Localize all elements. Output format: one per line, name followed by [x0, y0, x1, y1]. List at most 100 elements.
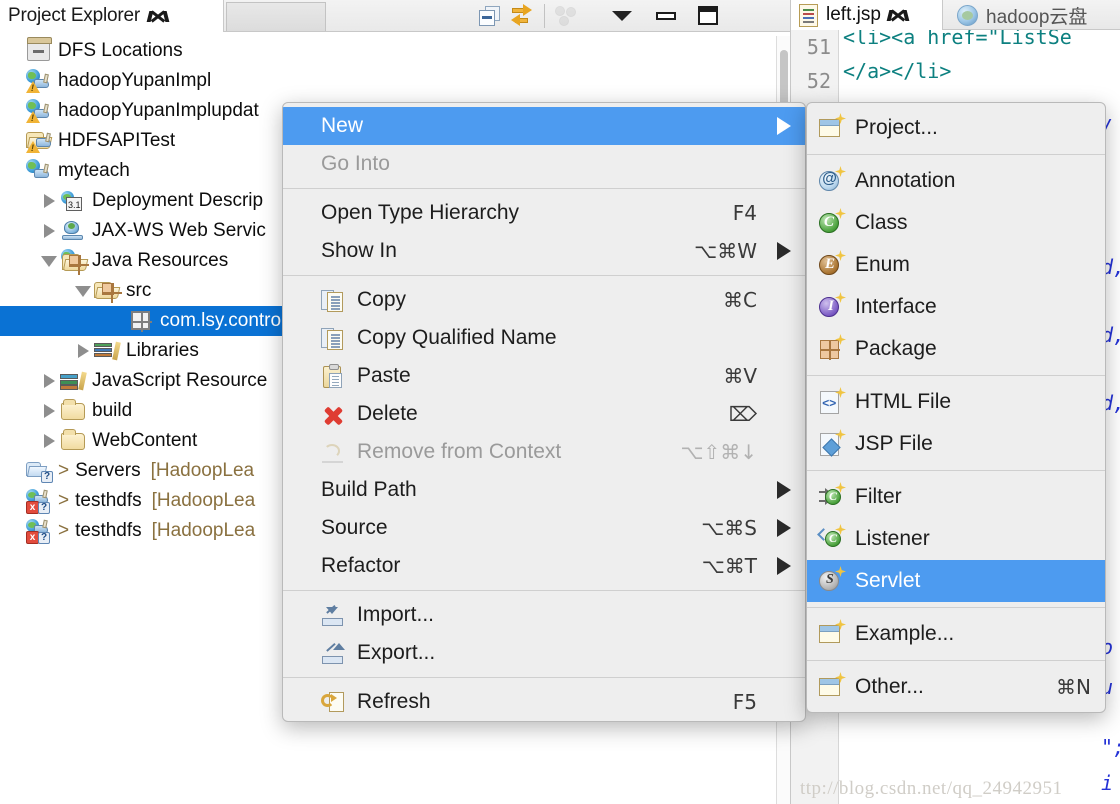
new-menu-item-project[interactable]: Project... — [807, 107, 1105, 149]
new-package-icon — [819, 334, 846, 362]
java-project-warning-icon — [26, 99, 52, 123]
menu-item-copy[interactable]: Copy ⌘C — [283, 281, 805, 319]
chevron-down-icon[interactable] — [38, 255, 60, 267]
menu-item-shortcut: ⌥⌘W — [694, 239, 757, 263]
new-menu-item-servlet[interactable]: Servlet — [807, 560, 1105, 602]
tree-item-label: testhdfs — [75, 520, 142, 541]
chevron-right-icon[interactable] — [38, 404, 60, 418]
menu-item-label: Import... — [357, 603, 435, 626]
chevron-down-icon[interactable] — [72, 285, 94, 297]
tree-item-dfs-locations[interactable]: DFS Locations — [0, 36, 790, 66]
web-service-icon — [60, 219, 86, 243]
editor-tab-left-jsp[interactable]: left.jsp — [791, 0, 943, 30]
editor-tabbar: left.jsp hadoop云盘 — [791, 0, 1120, 30]
new-interface-icon — [819, 292, 846, 320]
tree-item-label: WebContent — [92, 430, 198, 451]
new-menu-item-jsp-file[interactable]: JSP File — [807, 423, 1105, 465]
new-menu-item-html-file[interactable]: HTML File — [807, 381, 1105, 423]
view-tabbar: Project Explorer — [0, 0, 790, 32]
new-example-icon — [819, 619, 846, 647]
tree-item-label: hadoopYupanImpl — [58, 70, 212, 91]
menu-separator — [807, 607, 1105, 608]
chevron-right-icon[interactable] — [72, 344, 94, 358]
menu-item-refactor[interactable]: Refactor ⌥⌘T — [283, 547, 805, 585]
new-menu-item-example[interactable]: Example... — [807, 613, 1105, 655]
java-project-closed-icon — [26, 129, 53, 153]
chevron-right-icon[interactable] — [38, 194, 60, 208]
tree-item-suffix: [HadoopLea — [151, 520, 256, 541]
new-enum-icon — [819, 250, 846, 278]
view-toolbar — [472, 0, 725, 31]
eclipse-window: Project Explorer DFS Locations ! hadoopY… — [0, 0, 1120, 804]
new-menu-item-class[interactable]: Class — [807, 202, 1105, 244]
tree-item-label: DFS Locations — [58, 40, 183, 61]
menu-item-label: Servlet — [855, 569, 921, 592]
menu-item-new[interactable]: New — [283, 107, 805, 145]
menu-item-shortcut: ⌥⌘S — [701, 516, 757, 540]
menu-item-shortcut: ⌥⇧⌘↓ — [680, 440, 757, 464]
copy-qualified-name-icon — [321, 327, 345, 351]
menu-item-import[interactable]: Import... — [283, 596, 805, 634]
menu-item-label: Other... — [855, 675, 924, 698]
new-listener-icon — [817, 524, 846, 552]
menu-item-label: Enum — [855, 253, 910, 276]
new-submenu[interactable]: Project... Annotation Class Enum Interface Pa… — [806, 102, 1106, 713]
java-resources-icon — [60, 249, 89, 275]
tab-project-explorer[interactable]: Project Explorer — [0, 0, 224, 32]
menu-item-label: Package — [855, 337, 937, 360]
decorator-marker: > — [58, 490, 70, 511]
minimize-icon — [656, 11, 676, 20]
editor-tab-label: hadoop云盘 — [986, 6, 1088, 28]
menu-item-source[interactable]: Source ⌥⌘S — [283, 509, 805, 547]
chevron-right-icon[interactable] — [38, 434, 60, 448]
sync-arrows-icon — [511, 3, 535, 27]
new-annotation-icon — [819, 166, 846, 194]
focus-on-active-task-button[interactable] — [549, 0, 583, 31]
chevron-right-icon[interactable] — [38, 224, 60, 238]
menu-item-label: Source — [321, 516, 388, 539]
menu-item-paste[interactable]: Paste ⌘V — [283, 357, 805, 395]
minimize-button[interactable] — [649, 0, 683, 31]
menu-item-shortcut: ⌘V — [723, 364, 757, 388]
menu-item-delete[interactable]: Delete ⌦ — [283, 395, 805, 433]
context-menu[interactable]: New Go Into Open Type Hierarchy F4 Show In ⌥⌘… — [282, 102, 806, 722]
new-filter-icon — [819, 482, 846, 510]
new-menu-item-interface[interactable]: Interface — [807, 286, 1105, 328]
code-fragment: i — [1101, 771, 1114, 795]
chevron-right-icon[interactable] — [38, 374, 60, 388]
view-menu-button[interactable] — [605, 0, 639, 31]
new-other-icon — [819, 672, 846, 700]
folder-icon — [60, 429, 86, 453]
link-with-editor-button[interactable] — [506, 0, 540, 31]
line-number: 52 — [806, 69, 831, 93]
menu-item-copy-qualified-name[interactable]: Copy Qualified Name — [283, 319, 805, 357]
menu-item-label: Show In — [321, 239, 397, 262]
tree-item-hadoopyupanimpl[interactable]: hadoopYupanImpl — [0, 66, 790, 96]
new-menu-item-filter[interactable]: Filter — [807, 476, 1105, 518]
submenu-arrow-icon — [777, 557, 791, 575]
maximize-button[interactable] — [691, 0, 725, 31]
new-menu-item-listener[interactable]: Listener — [807, 518, 1105, 560]
collapse-all-button[interactable] — [472, 0, 506, 31]
tree-item-label: myteach — [58, 160, 130, 181]
new-menu-item-package[interactable]: Package — [807, 328, 1105, 370]
menu-item-build-path[interactable]: Build Path — [283, 471, 805, 509]
tab-placeholder[interactable] — [226, 2, 326, 31]
menu-item-label: Filter — [855, 485, 902, 508]
menu-item-show-in[interactable]: Show In ⌥⌘W — [283, 232, 805, 270]
editor-tab-hadoop[interactable]: hadoop云盘 — [949, 0, 1095, 30]
close-icon[interactable] — [146, 7, 170, 25]
tree-item-label: JavaScript Resource — [92, 370, 268, 391]
menu-item-label: Remove from Context — [357, 440, 562, 463]
menu-item-refresh[interactable]: Refresh F5 — [283, 683, 805, 721]
close-icon[interactable] — [886, 6, 910, 24]
new-menu-item-other[interactable]: Other... ⌘N — [807, 666, 1105, 708]
new-menu-item-annotation[interactable]: Annotation — [807, 160, 1105, 202]
new-menu-item-enum[interactable]: Enum — [807, 244, 1105, 286]
menu-item-label: Refresh — [357, 690, 431, 713]
menu-item-open-type-hierarchy[interactable]: Open Type Hierarchy F4 — [283, 194, 805, 232]
menu-item-shortcut: ⌘C — [723, 288, 757, 312]
tree-item-label: testhdfs — [75, 490, 142, 511]
menu-item-export[interactable]: Export... — [283, 634, 805, 672]
menu-item-shortcut: ⌘N — [1056, 675, 1091, 699]
